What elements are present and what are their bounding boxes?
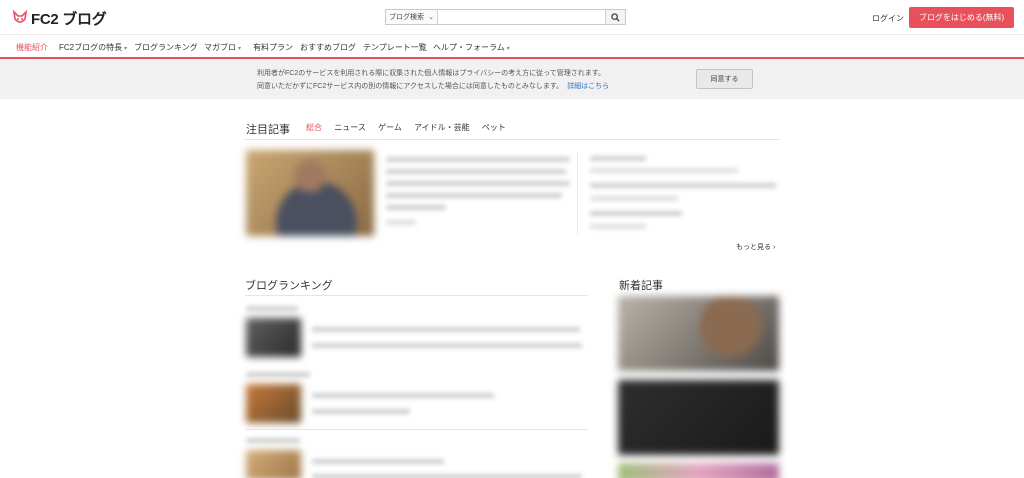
ranking-category-label [246,306,298,311]
featured-article-text [386,169,566,174]
ranking-thumbnail[interactable] [246,318,301,357]
ranking-entry-text[interactable] [312,474,582,478]
featured-article-image[interactable] [246,150,374,236]
consent-text-2: 同意いただかずにFC2サービス内の別の情報にアクセスした場合には同意したものとみ… [257,81,609,91]
new-article-image[interactable] [618,463,779,478]
tab-general[interactable]: 総合 [306,122,322,133]
search-input[interactable] [438,10,605,24]
logo-text: FC2 ブログ [31,10,107,28]
divider [245,429,588,430]
divider [245,295,588,296]
fc2-fox-logo-icon [12,10,28,23]
nav-item-label: マガブロ [204,43,236,52]
nav-item-label: 有料プラン [253,43,293,52]
side-article-text [590,168,738,173]
side-article-text [590,224,646,229]
ranking-entry-text[interactable] [312,327,580,332]
side-article-text[interactable] [590,156,646,161]
chevron-down-icon: ⌄ [428,14,434,21]
site-header: FC2 ブログ ブログ検索 ⌄ ログイン ブログをはじめる(無料) [0,0,1024,34]
nav-item-label: 機能紹介 [16,43,48,52]
fc2-blog-logo[interactable]: FC2 ブログ [12,9,107,28]
divider [245,139,779,140]
ranking-thumbnail[interactable] [246,450,301,478]
nav-item-ranking[interactable]: ブログランキング [134,42,198,53]
ranking-category-label [246,372,310,377]
column-divider [577,152,578,234]
nav-item-label: テンプレート一覧 [363,43,427,52]
ranking-entry-text[interactable] [312,459,444,464]
main-nav: 機能紹介 FC2ブログの特長 ▾ ブログランキング マガブロ ▾ 有料プラン おすす… [0,34,1024,59]
nav-item-paid-plan[interactable]: 有料プラン [253,42,293,53]
featured-article-text [386,193,562,198]
nav-item-recommended[interactable]: おすすめブログ [300,42,356,53]
more-link[interactable]: もっと見る › [736,242,775,252]
caret-down-icon: ▾ [124,46,128,52]
ranking-entry-text[interactable] [312,393,494,398]
featured-article-meta [386,220,416,225]
nav-item-label: おすすめブログ [300,43,356,52]
nav-item-magablo[interactable]: マガブロ ▾ [204,42,241,53]
tab-game[interactable]: ゲーム [378,122,402,133]
nav-item-templates[interactable]: テンプレート一覧 [363,42,427,53]
featured-article-text [386,181,570,186]
nav-item-label: ブログランキング [134,43,198,52]
login-link[interactable]: ログイン [872,13,904,24]
consent-text-1: 利用者がFC2のサービスを利用される際に収集された個人情報はプライバシーの考え方… [257,70,606,77]
search-icon [611,12,620,22]
search-button[interactable] [605,10,625,24]
new-article-image[interactable] [618,380,779,455]
featured-article-text [386,205,446,210]
side-article-text[interactable] [590,183,776,188]
agree-button[interactable]: 同意する [696,69,753,89]
tab-pet[interactable]: ペット [482,122,506,133]
featured-article-text[interactable] [386,157,570,162]
search-bar: ブログ検索 ⌄ [385,9,626,25]
ranking-category-label [246,438,300,443]
consent-details-link[interactable]: 詳細はこちら [567,83,609,90]
start-blog-button[interactable]: ブログをはじめる(無料) [909,7,1014,28]
nav-item-fc2-features[interactable]: FC2ブログの特長 ▾ [59,42,127,53]
ranking-thumbnail[interactable] [246,384,301,423]
tab-news[interactable]: ニュース [334,122,366,133]
side-article-text [590,196,678,201]
search-type-select[interactable]: ブログ検索 ⌄ [386,10,438,24]
new-article-image[interactable] [618,296,779,371]
ranking-title: ブログランキング [245,280,333,292]
privacy-consent-banner: 利用者がFC2のサービスを利用される際に収集された個人情報はプライバシーの考え方… [0,59,1024,99]
nav-item-help-forum[interactable]: ヘルプ・フォーラム ▾ [433,42,510,53]
caret-down-icon: ▾ [506,46,510,52]
nav-item-label: FC2ブログの特長 [59,43,123,52]
nav-item-features[interactable]: 機能紹介 [16,42,48,53]
tab-idol-entertainment[interactable]: アイドル・芸能 [414,122,470,133]
ranking-entry-text[interactable] [312,409,410,414]
featured-tabs: 総合 ニュース ゲーム アイドル・芸能 ペット [306,122,516,133]
nav-item-label: ヘルプ・フォーラム [433,43,505,52]
consent-text-2-body: 同意いただかずにFC2サービス内の別の情報にアクセスした場合には同意したものとみ… [257,83,564,90]
ranking-entry-text[interactable] [312,343,582,348]
new-articles-title: 新着記事 [619,280,663,292]
caret-down-icon: ▾ [238,46,242,52]
search-type-label: ブログ検索 [389,14,425,21]
side-article-text[interactable] [590,211,682,216]
featured-title: 注目記事 [246,124,290,136]
